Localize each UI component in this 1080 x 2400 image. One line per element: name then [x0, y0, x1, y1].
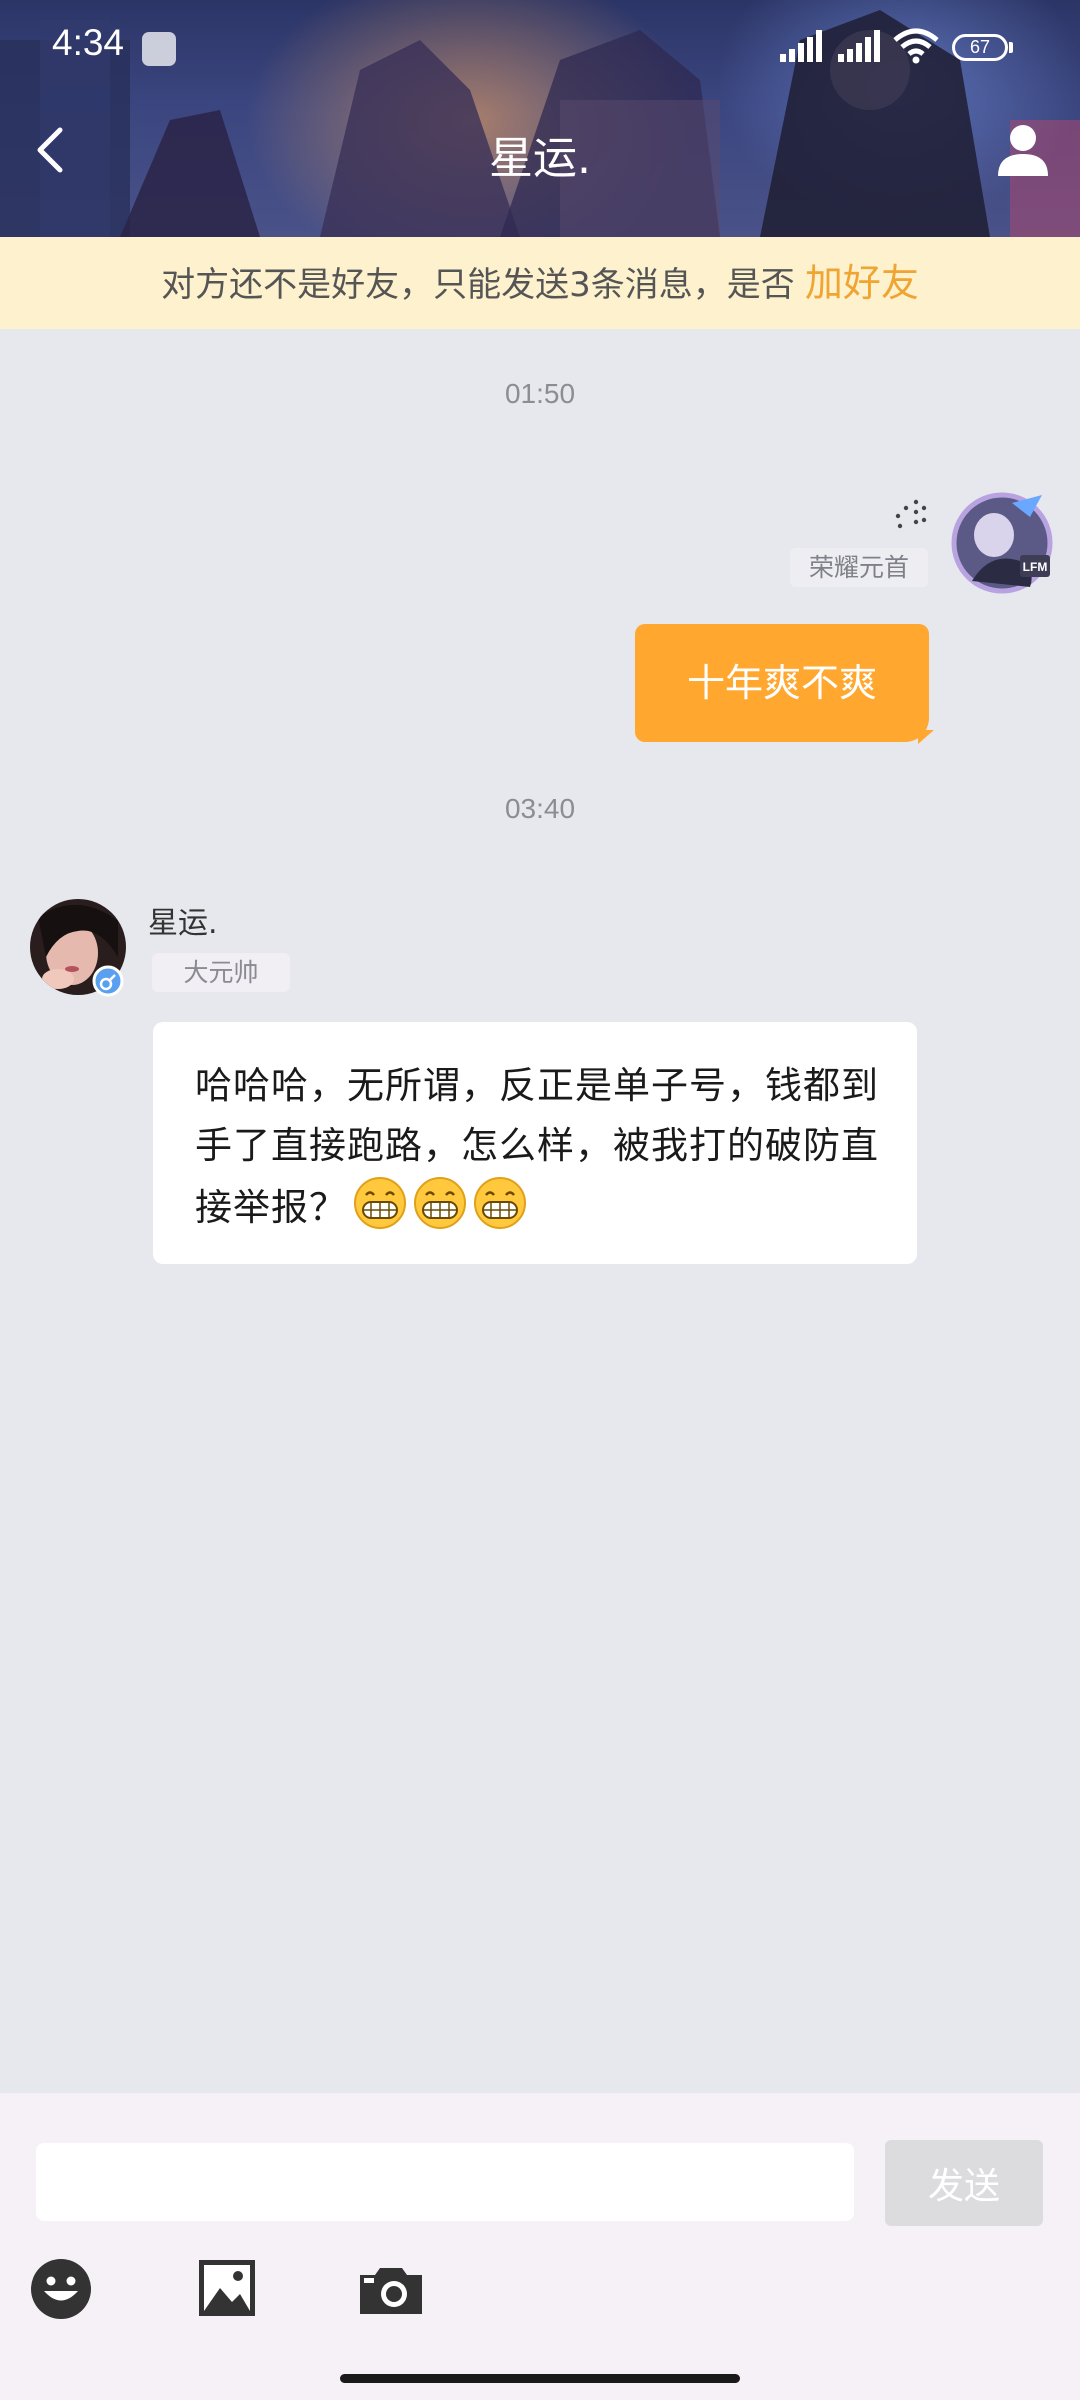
message-timestamp: 01:50: [504, 378, 576, 409]
chat-header: 4:34 67 星运.: [0, 0, 1080, 237]
back-button[interactable]: [20, 118, 84, 182]
camera-icon[interactable]: [358, 2258, 424, 2320]
wrench-icon: [142, 32, 176, 66]
not-friend-notice: 对方还不是好友，只能发送3条消息，是否 加好友: [0, 237, 1080, 329]
message-timestamp: 03:40: [504, 793, 576, 824]
status-bar: 4:34 67: [0, 0, 1080, 100]
contact-message-bubble: 哈哈哈，无所谓，反正是单子号，钱都到手了直接跑路，怎么样，被我打的破防直接举报？: [153, 1022, 917, 1264]
battery-indicator: 67: [952, 34, 1008, 61]
grin-icon: [414, 1177, 466, 1229]
wifi-icon: [893, 28, 939, 64]
contact-rank-badge: 大元帅: [152, 953, 290, 992]
contact-message-text: 哈哈哈，无所谓，反正是单子号，钱都到手了直接跑路，怎么样，被我打的破防直接举报？: [195, 1064, 879, 1229]
grin-icon: [354, 1177, 406, 1229]
svg-text:LFM: LFM: [1023, 560, 1048, 574]
contact-avatar[interactable]: [28, 897, 128, 997]
my-avatar[interactable]: LFM: [950, 491, 1054, 595]
message-input[interactable]: [36, 2143, 854, 2221]
profile-icon[interactable]: [992, 120, 1054, 182]
chat-title: 星运.: [489, 133, 591, 184]
image-icon[interactable]: [198, 2258, 256, 2318]
signal-icon: [780, 30, 822, 62]
add-friend-link[interactable]: 加好友: [805, 261, 919, 305]
grin-icon: [474, 1177, 526, 1229]
more-dots-icon[interactable]: [892, 496, 932, 530]
contact-name: 星运.: [148, 906, 218, 941]
smiley-icon[interactable]: [30, 2258, 92, 2320]
my-message-bubble: 十年爽不爽: [635, 624, 929, 742]
signal-icon: [838, 30, 880, 62]
battery-tip: [1009, 42, 1013, 53]
notice-text: 对方还不是好友，只能发送3条消息，是否: [161, 265, 795, 305]
status-time: 4:34: [52, 22, 125, 63]
send-button[interactable]: 发送: [885, 2140, 1043, 2226]
home-indicator[interactable]: [340, 2374, 740, 2383]
my-rank-badge: 荣耀元首: [790, 548, 928, 587]
bubble-tail: [918, 730, 934, 744]
